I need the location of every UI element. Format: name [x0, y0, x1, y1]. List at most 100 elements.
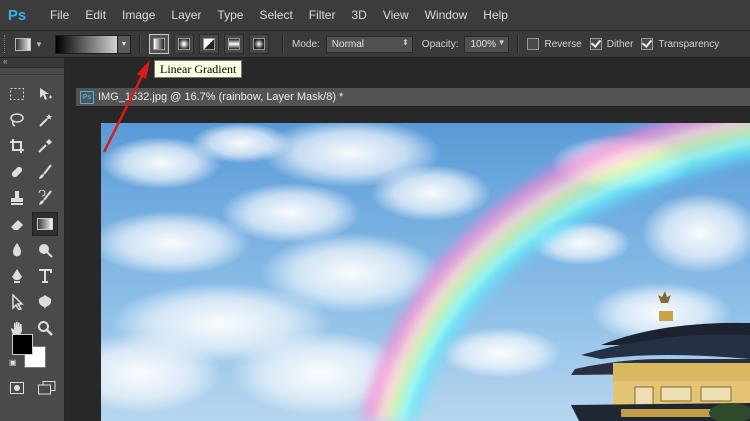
mode-tools: [8, 380, 58, 396]
image-canvas[interactable]: [101, 123, 750, 421]
type-tool[interactable]: [32, 264, 58, 288]
document-tab[interactable]: Ps IMG_1532.jpg @ 16.7% (rainbow, Layer …: [76, 88, 750, 107]
bandage-icon: [11, 166, 23, 178]
transparency-checkbox[interactable]: [641, 38, 654, 50]
tooltip: Linear Gradient: [154, 60, 243, 78]
gradient-tool[interactable]: [32, 212, 58, 236]
marquee-icon: [10, 88, 24, 100]
menu-3d[interactable]: 3D: [343, 8, 374, 22]
chevron-down-icon[interactable]: ▼: [498, 38, 506, 47]
divider: [517, 34, 520, 54]
photoshop-logo: Ps: [7, 6, 27, 24]
reflected-gradient-button[interactable]: [224, 34, 244, 54]
clone-stamp-tool[interactable]: [4, 186, 30, 210]
photoshop-document-icon: Ps: [80, 90, 94, 104]
rainbow-sky-photo: [101, 123, 750, 421]
gradient-picker[interactable]: ▼: [55, 34, 131, 54]
angle-gradient-button[interactable]: [199, 34, 219, 54]
menu-select[interactable]: Select: [251, 8, 300, 22]
move-tool[interactable]: [32, 82, 58, 106]
custom-shape-tool[interactable]: [32, 290, 58, 314]
opacity-label: Opacity:: [421, 38, 459, 50]
gradient-tool-icon: [15, 37, 31, 51]
menu-filter[interactable]: Filter: [301, 8, 344, 22]
menu-edit[interactable]: Edit: [77, 8, 114, 22]
chevron-down-icon[interactable]: ▼: [117, 34, 131, 54]
dodge-icon: [39, 244, 53, 258]
path-selection-icon: [12, 294, 24, 310]
eyedropper-tool[interactable]: [32, 134, 58, 158]
eraser-tool[interactable]: [4, 212, 30, 236]
diamond-gradient-icon: [253, 38, 265, 50]
angle-gradient-icon: [203, 38, 215, 50]
brush-tool[interactable]: [32, 160, 58, 184]
collapse-panel-icon[interactable]: «: [0, 58, 64, 68]
blur-tool[interactable]: [4, 238, 30, 262]
transparency-label: Transparency: [658, 38, 720, 50]
quick-mask-button[interactable]: [8, 380, 26, 396]
stamp-icon: [11, 191, 23, 205]
path-selection-tool[interactable]: [4, 290, 30, 314]
default-colors-icon[interactable]: ▣: [9, 358, 17, 367]
opacity-value: 100%: [470, 38, 497, 50]
dodge-tool[interactable]: [32, 238, 58, 262]
pen-tool[interactable]: [4, 264, 30, 288]
menu-image[interactable]: Image: [114, 8, 163, 22]
magic-wand-icon: [39, 114, 52, 127]
screen-mode-icon: [38, 381, 56, 395]
brush-icon: [39, 164, 52, 179]
gradient-icon: [37, 218, 53, 230]
menu-bar: Ps File Edit Image Layer Type Select Fil…: [0, 0, 750, 31]
tool-preset-picker[interactable]: ▼: [15, 35, 49, 53]
color-swatches: ▣: [9, 334, 48, 370]
radial-gradient-button[interactable]: [174, 34, 194, 54]
chevron-down-icon: ▼: [35, 39, 43, 49]
eraser-icon: [11, 220, 23, 230]
history-brush-tool[interactable]: [32, 186, 58, 210]
radial-gradient-icon: [178, 38, 190, 50]
eyedropper-icon: [38, 139, 52, 153]
dither-checkbox[interactable]: [589, 38, 602, 50]
linear-gradient-button[interactable]: [149, 34, 169, 54]
crop-tool[interactable]: [4, 134, 30, 158]
divider: [282, 34, 284, 54]
crop-icon: [10, 139, 24, 153]
lasso-icon: [10, 113, 24, 127]
divider: [139, 34, 141, 54]
menu-view[interactable]: View: [375, 8, 417, 22]
dither-option[interactable]: Dither: [589, 38, 634, 50]
magic-wand-tool[interactable]: [32, 108, 58, 132]
reverse-checkbox[interactable]: [527, 38, 540, 50]
screen-mode-button[interactable]: [36, 380, 58, 396]
shape-icon: [38, 295, 52, 309]
history-brush-icon: [38, 190, 52, 205]
options-bar-grip[interactable]: [4, 35, 9, 53]
menu-type[interactable]: Type: [209, 8, 251, 22]
reflected-gradient-icon: [228, 38, 240, 50]
diamond-gradient-button[interactable]: [249, 34, 269, 54]
panel-grip[interactable]: [0, 68, 64, 75]
menu-window[interactable]: Window: [417, 8, 476, 22]
menu-help[interactable]: Help: [475, 8, 516, 22]
mode-value: Normal: [331, 38, 365, 50]
marquee-tool[interactable]: [4, 82, 30, 106]
move-icon: [40, 88, 52, 100]
tool-grid: [4, 82, 60, 342]
options-bar: ▼ ▼ Mode: Normal ⬍ Opacity: 100% ▼ Rever…: [0, 31, 750, 58]
menu-file[interactable]: File: [42, 8, 77, 22]
healing-brush-tool[interactable]: [4, 160, 30, 184]
linear-gradient-icon: [153, 38, 165, 50]
tools-panel: « ▣: [0, 58, 65, 421]
reverse-label: Reverse: [544, 38, 582, 50]
chevron-updown-icon: ⬍: [402, 37, 409, 47]
opacity-field[interactable]: 100% ▼: [464, 35, 510, 53]
pen-icon: [12, 269, 22, 283]
mode-select[interactable]: Normal ⬍: [325, 35, 413, 53]
type-icon: [39, 269, 52, 283]
dither-label: Dither: [606, 38, 634, 50]
lasso-tool[interactable]: [4, 108, 30, 132]
reverse-option[interactable]: Reverse: [527, 38, 582, 50]
transparency-option[interactable]: Transparency: [641, 38, 719, 50]
menu-layer[interactable]: Layer: [163, 8, 209, 22]
foreground-color-swatch[interactable]: [12, 334, 33, 355]
